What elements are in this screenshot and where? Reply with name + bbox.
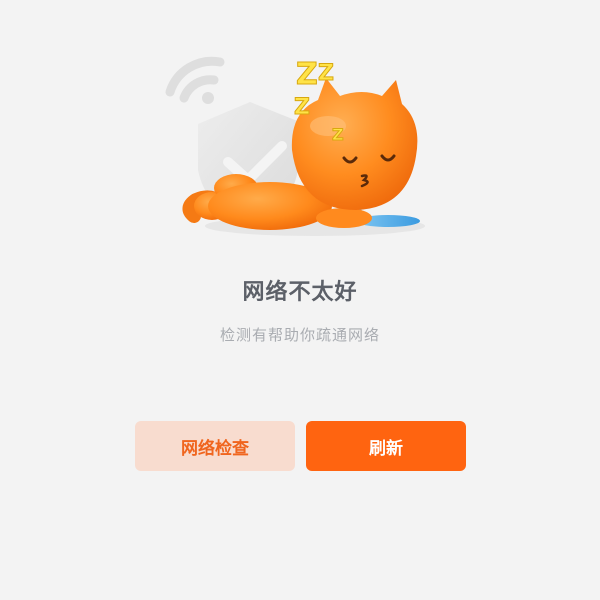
network-error-page: Z Z Z Z 网络不太好 检测有帮助你疏通网络 网络检查 刷新: [0, 0, 600, 600]
refresh-button[interactable]: 刷新: [306, 421, 466, 471]
wifi-icon: [165, 56, 225, 104]
svg-text:Z: Z: [296, 57, 318, 92]
page-subtitle: 检测有帮助你疏通网络: [219, 326, 380, 344]
svg-text:Z: Z: [332, 125, 344, 144]
network-check-button[interactable]: 网络检查: [135, 421, 295, 471]
svg-text:Z: Z: [318, 61, 334, 86]
svg-text:Z: Z: [294, 95, 310, 120]
page-title: 网络不太好: [242, 280, 358, 305]
sleeping-cat-illustration: Z Z Z Z: [150, 40, 450, 250]
